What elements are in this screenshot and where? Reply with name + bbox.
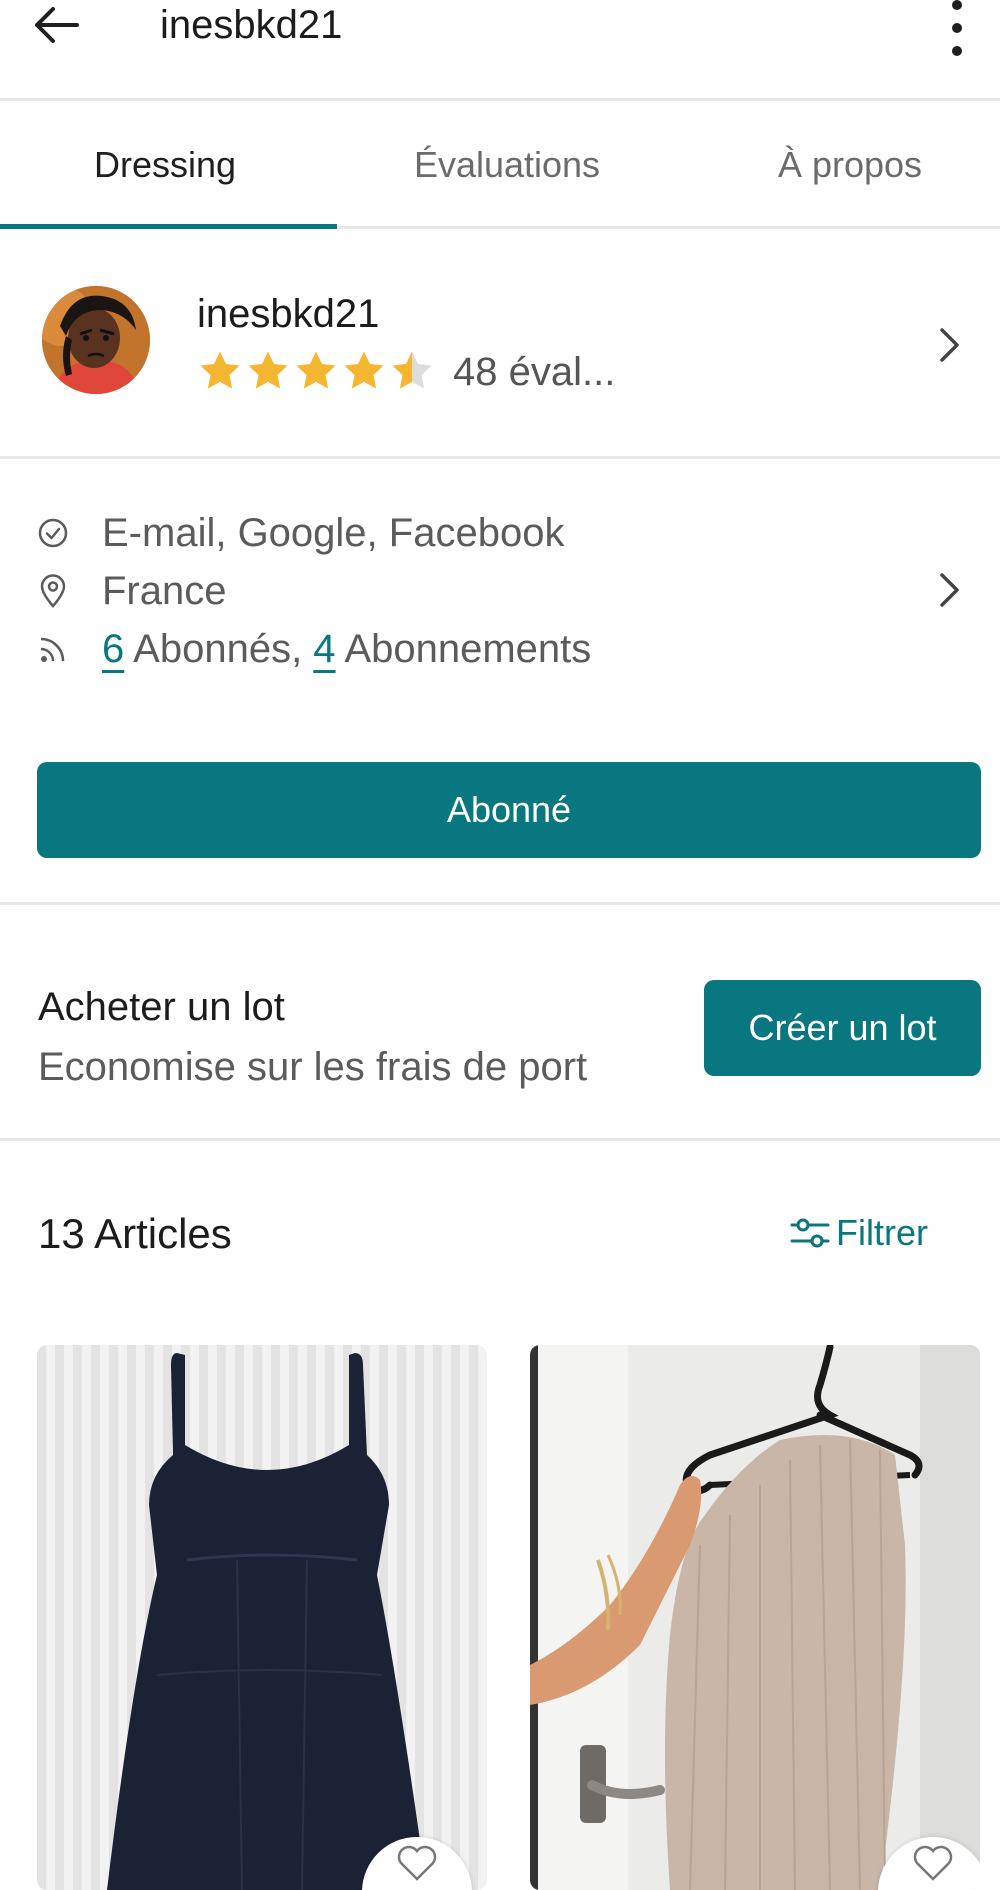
heart-icon [913, 1845, 953, 1881]
half-star-icon [392, 351, 432, 389]
check-circle-icon [36, 516, 70, 550]
item-card[interactable] [37, 1345, 487, 1890]
profile-username[interactable]: inesbkd21 [197, 292, 379, 337]
item-card[interactable] [530, 1345, 980, 1890]
articles-count-title: 13 Articles [38, 1210, 232, 1257]
page-title: inesbkd21 [160, 3, 343, 47]
following-label: Abonnements [335, 626, 592, 671]
verified-row: E-mail, Google, Facebook [36, 505, 564, 561]
filter-button[interactable]: Filtrer [790, 1208, 928, 1258]
tab-evaluations[interactable]: Évaluations [337, 115, 677, 215]
active-tab-indicator [0, 224, 337, 229]
chevron-right-icon[interactable] [935, 570, 965, 610]
filter-sliders-icon [790, 1215, 830, 1251]
create-bundle-button[interactable]: Créer un lot [704, 980, 981, 1076]
followers-count-link[interactable]: 6 [102, 627, 124, 672]
location-row: France [36, 563, 227, 619]
divider [0, 1138, 1000, 1141]
arrow-left-icon[interactable] [28, 0, 84, 50]
location-pin-icon [36, 574, 70, 608]
tab-a-propos[interactable]: À propos [680, 115, 1000, 215]
star-icon [200, 351, 240, 389]
filter-label: Filtrer [836, 1212, 928, 1253]
item-photo-beige-dress [530, 1345, 980, 1890]
rating-stars [197, 348, 435, 394]
star-icon [296, 351, 336, 389]
avatar[interactable] [42, 286, 150, 394]
divider [0, 98, 1000, 101]
item-photo-navy-dress [37, 1345, 487, 1890]
following-count-link[interactable]: 4 [313, 627, 335, 672]
kebab-menu-icon[interactable] [942, 0, 972, 56]
location-text: France [102, 568, 227, 613]
divider [0, 902, 1000, 905]
followers-row: 6 Abonnés, 4 Abonnements [36, 621, 591, 677]
tab-dressing[interactable]: Dressing [0, 115, 330, 215]
rss-feed-icon [36, 632, 70, 666]
chevron-right-icon[interactable] [935, 325, 965, 365]
star-icon [344, 351, 384, 389]
divider [0, 456, 1000, 459]
top-app-bar: inesbkd21 [0, 0, 1000, 100]
rating-count[interactable]: 48 éval... [453, 350, 615, 395]
star-icon [248, 351, 288, 389]
bundle-title: Acheter un lot [38, 985, 285, 1029]
follow-button[interactable]: Abonné [37, 762, 981, 858]
heart-icon [397, 1845, 437, 1881]
followers-label: Abonnés, [124, 626, 314, 671]
verified-accounts: E-mail, Google, Facebook [102, 510, 565, 555]
bundle-subtitle: Economise sur les frais de port [38, 1045, 588, 1089]
